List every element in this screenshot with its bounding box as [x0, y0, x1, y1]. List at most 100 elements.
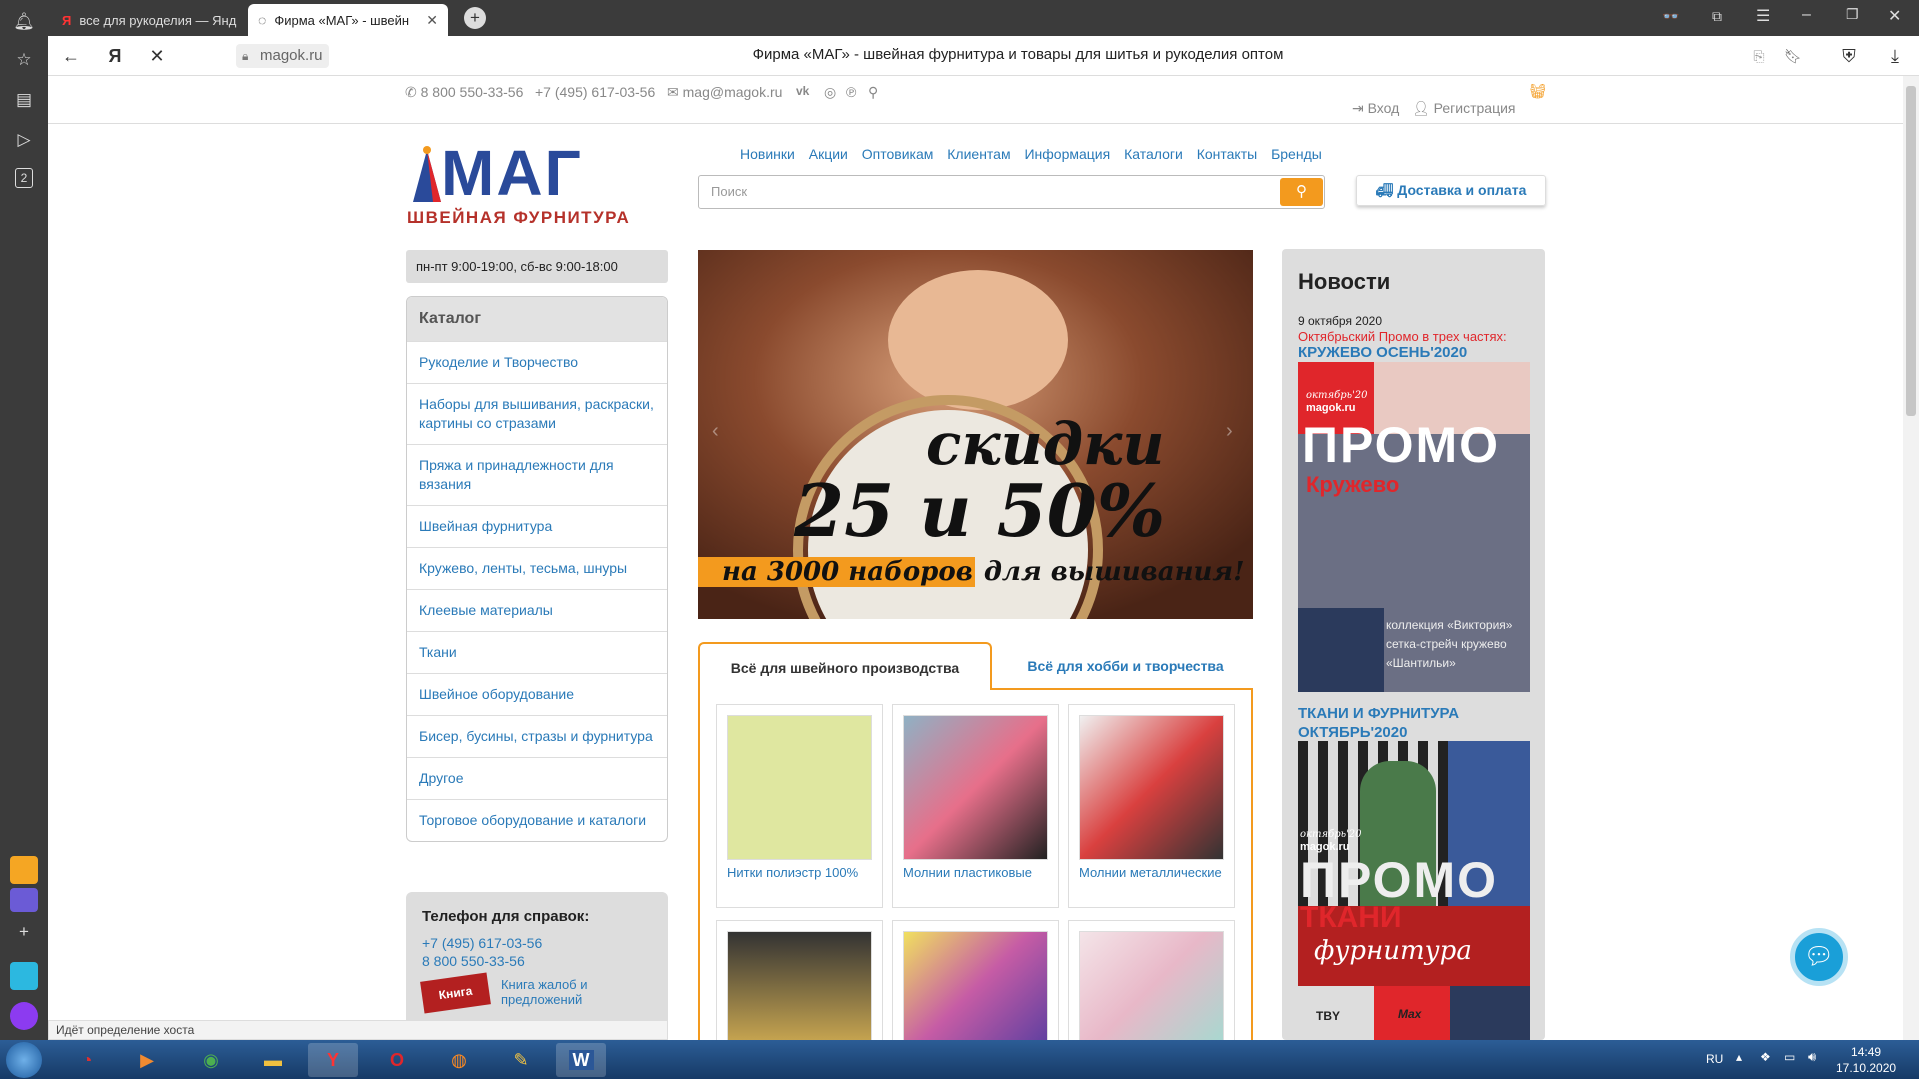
- tray-dropbox-icon[interactable]: ❖: [1760, 1050, 1771, 1064]
- phone-link-1[interactable]: ✆ 8 800 550-33-56: [405, 84, 523, 101]
- nav-promotions[interactable]: Акции: [809, 146, 848, 162]
- reader-icon[interactable]: 👓: [1662, 8, 1679, 25]
- news-link-lace[interactable]: КРУЖЕВО ОСЕНЬ'2020: [1298, 344, 1467, 361]
- nav-brands[interactable]: Бренды: [1271, 146, 1322, 162]
- bookmark-icon[interactable]: 🔖︎: [1782, 45, 1804, 67]
- notifications-icon[interactable]: 🔔︎: [12, 10, 36, 34]
- taskbar-clock-app-icon[interactable]: ◔: [62, 1043, 112, 1077]
- product-label[interactable]: Молнии металлические: [1079, 865, 1224, 880]
- restore-icon[interactable]: ❐: [1846, 6, 1859, 23]
- news-link-fabrics[interactable]: ТКАНИ И ФУРНИТУРА ОКТЯБРЬ'2020: [1298, 704, 1538, 742]
- catalog-item-fabrics[interactable]: Ткани: [407, 631, 667, 673]
- volume-icon[interactable]: 🔊︎: [1808, 1049, 1816, 1065]
- nav-catalogs[interactable]: Каталоги: [1124, 146, 1183, 162]
- close-tab-icon[interactable]: ✕: [426, 12, 438, 29]
- catalog-item-trade-equipment[interactable]: Торговое оборудование и каталоги: [407, 799, 667, 841]
- language-indicator[interactable]: RU: [1706, 1052, 1723, 1066]
- promo-banner[interactable]: скидки 25 и 50% на 3000 наборов для выши…: [698, 250, 1253, 619]
- collections-icon[interactable]: ▤: [12, 88, 36, 112]
- menu-icon[interactable]: ☰: [1756, 6, 1770, 26]
- product-card[interactable]: [892, 920, 1059, 1052]
- zen-icon[interactable]: [10, 962, 38, 990]
- taskbar-opera-icon[interactable]: O: [372, 1043, 422, 1077]
- minimize-icon[interactable]: –: [1802, 6, 1811, 24]
- search-button[interactable]: ⚲: [1280, 178, 1323, 206]
- news-image-lace[interactable]: октябрь'20 magok.ru ПРОМО Кружево коллек…: [1298, 362, 1530, 692]
- new-tab-button[interactable]: +: [464, 7, 486, 29]
- location-icon[interactable]: ⚲: [868, 84, 878, 101]
- product-label[interactable]: Нитки полиэстр 100%: [727, 865, 872, 880]
- tab-sewing-production[interactable]: Всё для швейного производства: [698, 642, 992, 690]
- login-link[interactable]: ⇥ Вход: [1352, 100, 1399, 117]
- url-field[interactable]: 🔒︎ magok.ru: [236, 44, 329, 68]
- taskbar-clock[interactable]: 14:49 17.10.2020: [1836, 1044, 1896, 1076]
- translate-icon[interactable]: ⎘: [1748, 45, 1770, 67]
- catalog-item-sewing-fittings[interactable]: Швейная фурнитура: [407, 505, 667, 547]
- play-icon[interactable]: ▷: [12, 128, 36, 152]
- close-window-icon[interactable]: ✕: [1888, 6, 1901, 26]
- catalog-item-beads[interactable]: Бисер, бусины, стразы и фурнитура: [407, 715, 667, 757]
- tray-arrow-icon[interactable]: ▴: [1736, 1050, 1742, 1064]
- help-phone-2[interactable]: 8 800 550-33-56: [422, 953, 652, 969]
- register-link[interactable]: 👤︎ Регистрация: [1412, 100, 1516, 117]
- yandex-home-icon[interactable]: Я: [104, 45, 126, 67]
- taskbar-explorer-icon[interactable]: ▬: [248, 1043, 298, 1077]
- nav-wholesale[interactable]: Оптовикам: [862, 146, 934, 162]
- catalog-item-adhesives[interactable]: Клеевые материалы: [407, 589, 667, 631]
- browser-tab-yandex[interactable]: Я все для рукоделия — Янд: [52, 4, 244, 36]
- pinterest-icon[interactable]: ℗: [846, 84, 856, 100]
- taskbar-media-icon[interactable]: ▶: [122, 1043, 172, 1077]
- vk-icon[interactable]: vk: [796, 84, 809, 98]
- taskbar-paint-icon[interactable]: ✎: [496, 1043, 546, 1077]
- favorites-star-icon[interactable]: ☆: [12, 48, 36, 72]
- instagram-icon[interactable]: ◎: [824, 84, 836, 101]
- mail-icon[interactable]: [10, 856, 38, 884]
- product-card[interactable]: [1068, 920, 1235, 1052]
- cart-icon[interactable]: 🧺︎: [1529, 83, 1547, 100]
- catalog-item-handicraft[interactable]: Рукоделие и Творчество: [407, 341, 667, 383]
- email-link[interactable]: ✉ mag@magok.ru: [667, 84, 782, 101]
- taskbar-word-icon[interactable]: W: [556, 1043, 606, 1077]
- news-image-fabrics[interactable]: октябрь'20 magok.ru ПРОМО ТКАНИ фурнитур…: [1298, 741, 1530, 1040]
- catalog-item-yarn[interactable]: Пряжа и принадлежности для вязания: [407, 444, 667, 505]
- messenger-icon[interactable]: [10, 888, 38, 912]
- start-button[interactable]: [6, 1042, 42, 1078]
- back-icon[interactable]: ←: [60, 45, 82, 67]
- product-label[interactable]: Молнии пластиковые: [903, 865, 1048, 880]
- scrollbar-thumb[interactable]: [1906, 86, 1916, 416]
- bookmarks-icon[interactable]: ⧉: [1712, 8, 1722, 25]
- help-phone-1[interactable]: +7 (495) 617-03-56: [422, 935, 652, 951]
- tab-hobby[interactable]: Всё для хобби и творчества: [998, 642, 1253, 690]
- product-card[interactable]: Молнии пластиковые: [892, 704, 1059, 908]
- nav-contacts[interactable]: Контакты: [1197, 146, 1257, 162]
- carousel-next-icon[interactable]: ›: [1226, 420, 1233, 443]
- phone-link-2[interactable]: +7 (495) 617-03-56: [535, 84, 655, 100]
- catalog-item-other[interactable]: Другое: [407, 757, 667, 799]
- nav-info[interactable]: Информация: [1024, 146, 1110, 162]
- catalog-item-sewing-equipment[interactable]: Швейное оборудование: [407, 673, 667, 715]
- product-card[interactable]: [716, 920, 883, 1052]
- catalog-item-embroidery-kits[interactable]: Наборы для вышивания, раскраски, картины…: [407, 383, 667, 444]
- site-logo[interactable]: МАГ ШВЕЙНАЯ ФУРНИТУРА: [405, 138, 667, 232]
- nav-clients[interactable]: Клиентам: [947, 146, 1010, 162]
- add-panel-icon[interactable]: +: [12, 920, 36, 944]
- taskbar-firefox-icon[interactable]: ◍: [434, 1043, 484, 1077]
- tabs-count-icon[interactable]: 2: [15, 168, 33, 188]
- taskbar-chrome-icon[interactable]: ◉: [186, 1043, 236, 1077]
- downloads-icon[interactable]: ⤓: [1884, 45, 1906, 67]
- catalog-item-lace[interactable]: Кружево, ленты, тесьма, шнуры: [407, 547, 667, 589]
- chat-button[interactable]: 💬︎: [1790, 928, 1848, 986]
- stop-loading-icon[interactable]: ✕: [146, 45, 168, 67]
- complaint-book-link[interactable]: Книга жалоб и предложений: [501, 977, 652, 1007]
- product-card[interactable]: Молнии металлические: [1068, 704, 1235, 908]
- alice-icon[interactable]: [10, 1002, 38, 1030]
- taskbar-yandex-icon[interactable]: Y: [308, 1043, 358, 1077]
- network-icon[interactable]: ▭: [1784, 1050, 1795, 1064]
- delivery-button[interactable]: 🚚︎ Доставка и оплата: [1356, 175, 1546, 206]
- protect-icon[interactable]: ⛨: [1838, 45, 1860, 67]
- browser-tab-magok[interactable]: ◌ Фирма «МАГ» - швейн ✕: [248, 4, 448, 36]
- carousel-prev-icon[interactable]: ‹: [712, 420, 719, 443]
- nav-new[interactable]: Новинки: [740, 146, 795, 162]
- search-input[interactable]: Поиск: [698, 175, 1325, 209]
- product-card[interactable]: Нитки полиэстр 100%: [716, 704, 883, 908]
